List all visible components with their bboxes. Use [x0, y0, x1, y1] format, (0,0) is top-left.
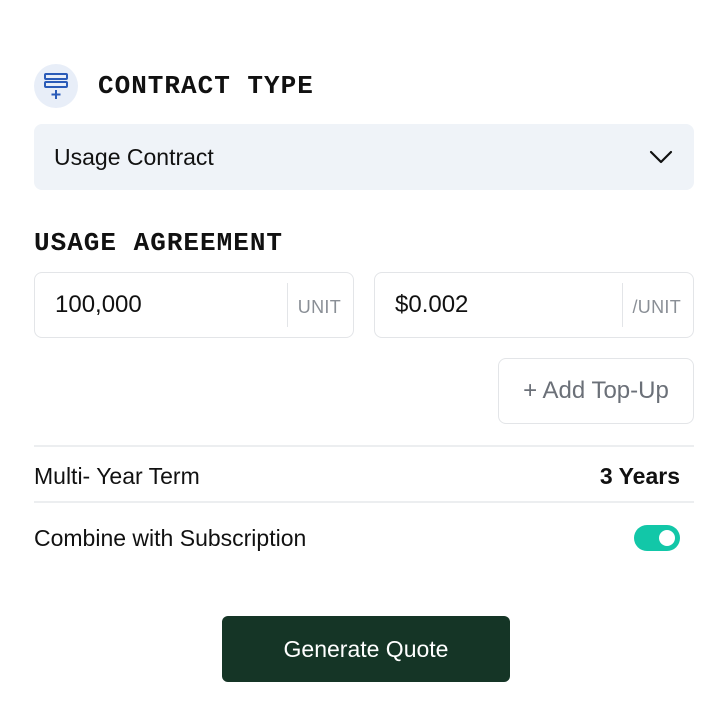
price-field[interactable]: $0.002 /UNIT — [374, 272, 694, 338]
toggle-knob — [659, 530, 675, 546]
generate-quote-button[interactable]: Generate Quote — [222, 616, 510, 682]
contract-type-header: CONTRACT TYPE — [34, 64, 314, 108]
add-topup-button[interactable]: + Add Top-Up — [498, 358, 694, 424]
price-unit-label: /UNIT — [632, 296, 681, 317]
quantity-field[interactable]: 100,000 UNIT — [34, 272, 354, 338]
combine-subscription-row: Combine with Subscription — [34, 518, 680, 558]
multi-year-term-value[interactable]: 3 Years — [600, 463, 680, 490]
chevron-down-icon — [648, 144, 674, 170]
contract-type-select[interactable]: Usage Contract — [34, 124, 694, 190]
divider — [34, 501, 694, 503]
contract-type-title: CONTRACT TYPE — [98, 71, 314, 101]
contract-list-icon — [34, 64, 78, 108]
quantity-value[interactable]: 100,000 — [35, 291, 287, 319]
price-value[interactable]: $0.002 — [375, 291, 622, 319]
multi-year-term-row: Multi- Year Term 3 Years — [34, 458, 680, 494]
combine-subscription-label: Combine with Subscription — [34, 524, 307, 551]
multi-year-term-label: Multi- Year Term — [34, 462, 200, 489]
combine-subscription-toggle[interactable] — [634, 525, 680, 551]
divider — [34, 445, 694, 447]
quantity-unit-label: UNIT — [297, 296, 341, 317]
contract-type-selected-value: Usage Contract — [54, 143, 214, 170]
usage-agreement-title: USAGE AGREEMENT — [34, 228, 284, 258]
